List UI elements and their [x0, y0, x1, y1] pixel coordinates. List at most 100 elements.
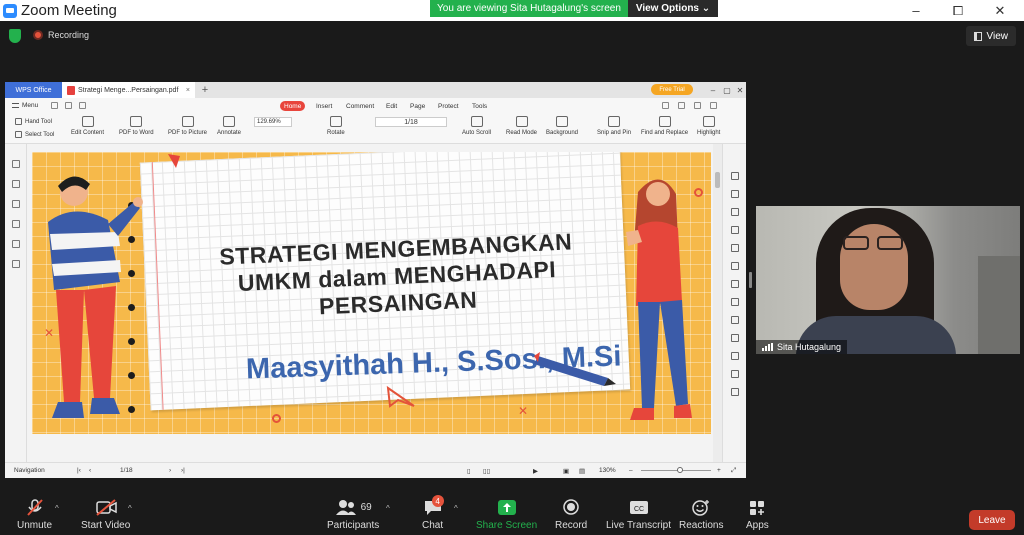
single-page-icon[interactable]: ▯ [467, 467, 471, 475]
cloud-icon[interactable] [662, 102, 669, 109]
fullscreen-icon[interactable]: ⤢ [731, 467, 736, 475]
reactions-button[interactable]: Reactions [679, 499, 723, 531]
first-page-icon[interactable]: |‹ [77, 467, 81, 474]
document-tab[interactable]: Strategi Menge...Persaingan.pdf × [62, 82, 195, 98]
start-video-button[interactable]: Start Video [81, 499, 130, 531]
recording-indicator[interactable]: Recording [33, 30, 89, 40]
print-panel-icon[interactable] [731, 298, 739, 306]
next-page-icon[interactable]: › [169, 467, 171, 474]
ocr-icon[interactable] [731, 334, 739, 342]
unmute-button[interactable]: Unmute [17, 499, 52, 531]
wps-close-icon[interactable]: ✕ [734, 82, 746, 98]
audio-options-chevron-icon[interactable]: ^ [55, 504, 59, 513]
hand-tool[interactable]: Hand Tool [15, 118, 52, 125]
menu-button[interactable]: Menu [12, 102, 38, 109]
fullscreen-panel-icon[interactable] [731, 388, 739, 396]
rotate-button[interactable]: Rotate [327, 116, 345, 136]
view-options-button[interactable]: View Options ⌄ [628, 0, 718, 17]
print-icon[interactable] [79, 102, 86, 109]
leave-button[interactable]: Leave [969, 510, 1015, 530]
last-page-icon[interactable]: ›| [181, 467, 185, 474]
find-panel-icon[interactable] [12, 260, 20, 268]
page-number-field[interactable]: 1/18 [375, 117, 447, 127]
participants-button[interactable]: 69 Participants [327, 499, 379, 531]
participants-chevron-icon[interactable]: ^ [386, 504, 390, 513]
highlight-button[interactable]: Highlight [697, 116, 720, 136]
tab-comment[interactable]: Comment [342, 101, 378, 111]
video-options-chevron-icon[interactable]: ^ [128, 504, 132, 513]
export-icon[interactable] [731, 208, 739, 216]
maximize-button[interactable]: ⧠ [938, 0, 978, 21]
double-page-icon[interactable]: ▯▯ [483, 467, 490, 475]
split-icon[interactable] [731, 244, 739, 252]
chat-button[interactable]: 4 Chat [422, 495, 444, 531]
edit-content-button[interactable]: Edit Content [71, 116, 104, 136]
zoom-slider-knob[interactable] [677, 467, 683, 473]
prev-page-icon[interactable]: ‹ [89, 467, 91, 474]
security-shield-icon[interactable] [9, 29, 21, 43]
wps-minimize-icon[interactable]: – [707, 82, 719, 98]
compress-icon[interactable] [731, 262, 739, 270]
pdf-to-picture-button[interactable]: PDF to Picture [168, 116, 207, 136]
zoom-field[interactable]: 129.69% [254, 117, 292, 127]
status-zoom-value[interactable]: 130% [599, 467, 616, 474]
convert-icon[interactable] [731, 190, 739, 198]
chat-chevron-icon[interactable]: ^ [454, 504, 458, 513]
open-icon[interactable] [51, 102, 58, 109]
bookmark-icon[interactable] [12, 160, 20, 168]
participant-video[interactable]: Sita Hutagalung [756, 206, 1020, 354]
tab-page[interactable]: Page [406, 101, 429, 111]
select-tool[interactable]: Select Tool [15, 131, 54, 138]
share-icon[interactable] [678, 102, 685, 109]
tab-insert[interactable]: Insert [312, 101, 336, 111]
free-trial-badge[interactable]: Free Trial [651, 84, 693, 95]
attachment-icon[interactable] [12, 220, 20, 228]
navigation-toggle[interactable]: Navigation [14, 467, 45, 474]
settings-icon[interactable] [731, 370, 739, 378]
merge-icon[interactable] [731, 226, 739, 234]
record-button[interactable]: Record [555, 499, 587, 531]
gallery-resize-handle[interactable] [749, 272, 752, 288]
tab-home[interactable]: Home [280, 101, 306, 111]
wps-restore-icon[interactable]: ▢ [721, 82, 733, 98]
scroll-thumb[interactable] [715, 172, 720, 188]
tab-tools[interactable]: Tools [468, 101, 491, 111]
fit-width-icon[interactable]: ▤ [579, 467, 585, 475]
wps-office-tab[interactable]: WPS Office [5, 82, 62, 98]
zoom-out-icon[interactable]: – [629, 467, 633, 474]
tab-protect[interactable]: Protect [434, 101, 463, 111]
snip-and-pin-button[interactable]: Snip and Pin [597, 116, 631, 136]
apps-button[interactable]: Apps [746, 499, 769, 531]
read-mode-button[interactable]: Read Mode [506, 116, 537, 136]
share-screen-button[interactable]: Share Screen [476, 499, 537, 531]
fit-page-icon[interactable]: ▣ [563, 467, 569, 475]
close-button[interactable]: ✕ [980, 0, 1020, 21]
sign-icon[interactable] [731, 316, 739, 324]
tab-edit[interactable]: Edit [382, 101, 401, 111]
comment-panel-icon[interactable] [12, 200, 20, 208]
find-replace-button[interactable]: Find and Replace [641, 116, 688, 136]
more-icon[interactable] [710, 102, 717, 109]
thumbnail-icon[interactable] [12, 180, 20, 188]
save-icon[interactable] [65, 102, 72, 109]
edit-tool-icon[interactable] [731, 172, 739, 180]
layers-icon[interactable] [12, 240, 20, 248]
annotate-button[interactable]: Annotate [217, 116, 241, 136]
zoom-in-icon[interactable]: + [717, 467, 721, 474]
live-transcript-button[interactable]: CC Live Transcript [606, 499, 671, 531]
shared-screen[interactable]: WPS Office Strategi Menge...Persaingan.p… [5, 82, 746, 478]
help-icon[interactable] [731, 352, 739, 360]
vertical-scrollbar[interactable] [713, 144, 722, 462]
background-button[interactable]: Background [546, 116, 578, 136]
status-page-field[interactable]: 1/18 [120, 467, 133, 474]
pdf-to-word-button[interactable]: PDF to Word [119, 116, 154, 136]
zoom-slider[interactable] [641, 467, 711, 473]
new-tab-icon[interactable]: + [195, 82, 215, 98]
translate-icon[interactable] [731, 280, 739, 288]
play-slideshow-icon[interactable]: ▶ [533, 467, 538, 475]
view-button[interactable]: View [965, 26, 1016, 46]
close-tab-icon[interactable]: × [186, 87, 190, 94]
comment-icon[interactable] [694, 102, 701, 109]
minimize-button[interactable]: – [896, 0, 936, 21]
auto-scroll-button[interactable]: Auto Scroll [462, 116, 491, 136]
